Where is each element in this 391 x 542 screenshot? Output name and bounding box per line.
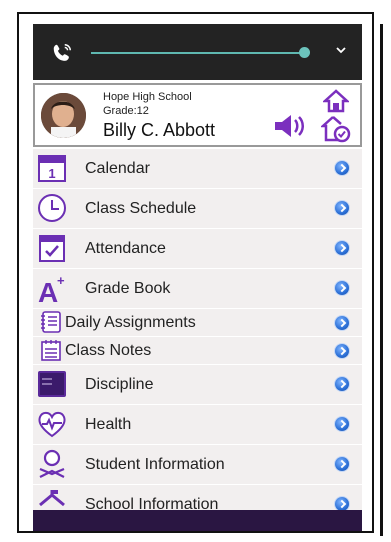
menu-item-health[interactable]: Health — [33, 405, 362, 445]
menu-item-grade-book[interactable]: A + Grade Book — [33, 269, 362, 309]
clock-icon — [38, 194, 66, 222]
frame-edge — [380, 24, 383, 536]
chevron-right-circle-icon[interactable] — [335, 201, 349, 215]
menu-item-class-notes[interactable]: Class Notes — [33, 337, 362, 365]
school-house-icon[interactable] — [323, 89, 349, 113]
menu-label: Student Information — [85, 456, 225, 473]
menu-label: Daily Assignments — [65, 314, 196, 331]
menu-label: Class Notes — [65, 342, 152, 359]
chevron-right-circle-icon[interactable] — [335, 161, 349, 175]
svg-text:+: + — [57, 273, 65, 288]
chevron-right-circle-icon[interactable] — [335, 316, 349, 330]
notebook-icon — [41, 311, 61, 333]
svg-text:A: A — [38, 277, 58, 303]
menu-item-daily-assignments[interactable]: Daily Assignments — [33, 309, 362, 337]
speaker-icon[interactable] — [273, 113, 307, 139]
calendar-icon: 1 — [38, 155, 66, 182]
chevron-right-circle-icon[interactable] — [335, 457, 349, 471]
slider-thumb[interactable] — [299, 47, 310, 58]
student-photo — [41, 93, 86, 138]
svg-text:1: 1 — [48, 166, 55, 181]
menu-item-discipline[interactable]: Discipline — [33, 365, 362, 405]
school-name: Hope High School — [103, 91, 192, 103]
phone-icon[interactable] — [51, 42, 73, 64]
chevron-right-circle-icon[interactable] — [335, 241, 349, 255]
app-frame: Hope High School Grade:12 Billy C. Abbot… — [17, 12, 374, 533]
menu-item-student-information[interactable]: Student Information — [33, 445, 362, 485]
menu-label: Grade Book — [85, 280, 171, 297]
chevron-right-circle-icon[interactable] — [335, 344, 349, 358]
student-profile-card: Hope High School Grade:12 Billy C. Abbot… — [33, 83, 362, 147]
menu-label: Discipline — [85, 376, 154, 393]
chalkboard-icon — [38, 371, 66, 397]
student-name: Billy C. Abbott — [103, 120, 216, 140]
home-check-icon[interactable] — [321, 115, 351, 143]
heart-pulse-icon — [38, 411, 66, 438]
menu-label: Class Schedule — [85, 200, 197, 217]
menu-label: Calendar — [85, 160, 150, 177]
notes-icon — [41, 340, 61, 361]
menu-item-attendance[interactable]: Attendance — [33, 229, 362, 269]
chevron-right-circle-icon[interactable] — [335, 497, 349, 511]
attendance-icon — [39, 235, 65, 262]
grade-a-plus-icon: A + — [38, 273, 65, 303]
menu-item-class-schedule[interactable]: Class Schedule — [33, 189, 362, 229]
chevron-right-circle-icon[interactable] — [335, 417, 349, 431]
menu-label: Attendance — [85, 240, 166, 257]
menu-label: Health — [85, 416, 132, 433]
call-volume-slider[interactable] — [91, 52, 306, 54]
main-menu: 1 Calendar Class Schedule Attendance A +… — [33, 149, 362, 525]
student-grade: Grade:12 — [103, 105, 149, 117]
chevron-right-circle-icon[interactable] — [335, 281, 349, 295]
chevron-down-icon[interactable] — [333, 42, 349, 58]
call-bar — [33, 24, 362, 80]
avatar[interactable] — [41, 93, 86, 138]
chevron-right-circle-icon[interactable] — [335, 377, 349, 391]
menu-item-calendar[interactable]: 1 Calendar — [33, 149, 362, 189]
bottom-navigation-bar — [33, 510, 362, 531]
student-reading-icon — [39, 449, 65, 478]
